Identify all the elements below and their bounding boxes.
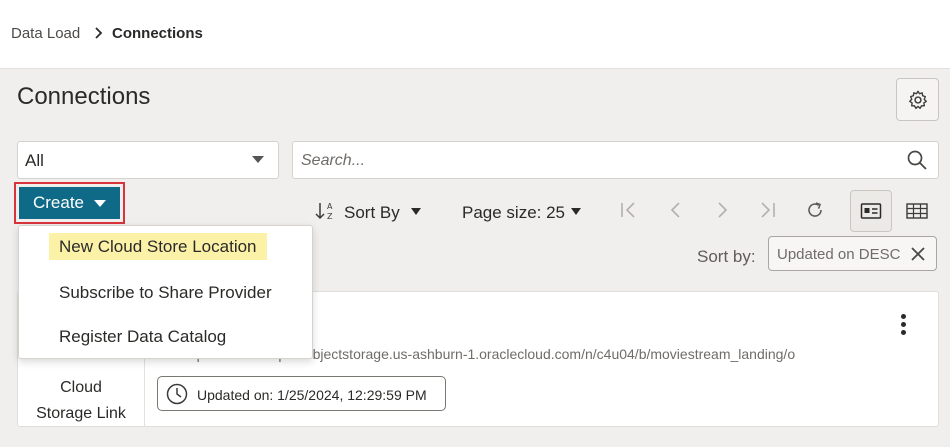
card-view-button[interactable]	[850, 190, 892, 232]
chevron-right-icon	[95, 27, 103, 39]
refresh-icon[interactable]	[805, 200, 825, 220]
breadcrumb-current: Connections	[112, 25, 203, 42]
connection-type-line2: Storage Link	[36, 405, 126, 422]
create-button-label: Create	[32, 193, 85, 212]
menu-item-new-cloud-store-location[interactable]: New Cloud Store Location	[49, 233, 267, 260]
sort-chip: Updated on DESC	[768, 236, 937, 271]
close-icon[interactable]	[909, 245, 927, 263]
create-menu: New Cloud Store Location Subscribe to Sh…	[18, 225, 313, 359]
updated-text: Updated on: 1/25/2024, 12:29:59 PM	[197, 387, 427, 403]
svg-text:Z: Z	[327, 212, 333, 221]
first-page-icon[interactable]	[619, 200, 639, 220]
next-page-icon[interactable]	[712, 200, 732, 220]
last-page-icon[interactable]	[757, 200, 777, 220]
type-filter-select[interactable]: All	[17, 141, 279, 179]
clock-icon	[166, 383, 188, 405]
sort-by-button[interactable]: Sort By	[344, 203, 400, 223]
create-button[interactable]: Create	[19, 187, 120, 219]
table-view-icon[interactable]	[906, 203, 928, 219]
type-filter-value: All	[25, 151, 44, 170]
page-size-select[interactable]: Page size: 25	[462, 203, 565, 223]
search-input[interactable]	[299, 149, 883, 173]
more-actions-icon[interactable]	[901, 314, 909, 336]
create-highlight-frame: Create	[14, 182, 125, 224]
breadcrumb: Data Load Connections	[0, 0, 950, 69]
search-icon	[907, 150, 927, 170]
sort-chip-value: Updated on DESC	[777, 246, 901, 263]
gear-icon	[908, 90, 927, 109]
card-view-icon	[860, 203, 882, 219]
connection-type-line1: Cloud	[60, 379, 102, 396]
updated-badge: Updated on: 1/25/2024, 12:29:59 PM	[157, 376, 446, 411]
caret-down-icon	[94, 199, 107, 207]
connections-panel: Connections All Create New Cloud Store L…	[0, 69, 950, 447]
chevron-down-icon	[252, 156, 264, 163]
previous-page-icon[interactable]	[666, 200, 686, 220]
search-field[interactable]	[292, 141, 939, 179]
sort-by-label: Sort by:	[697, 247, 756, 266]
settings-button[interactable]	[896, 78, 939, 121]
svg-text:A: A	[327, 202, 333, 211]
menu-item-register-data-catalog[interactable]: Register Data Catalog	[59, 327, 226, 347]
page-title: Connections	[17, 83, 151, 110]
sort-icon: A Z	[315, 202, 333, 221]
menu-item-subscribe-share-provider[interactable]: Subscribe to Share Provider	[59, 283, 272, 303]
breadcrumb-data-load[interactable]: Data Load	[11, 25, 80, 42]
sort-caret-icon	[411, 208, 421, 215]
page-size-caret-icon	[571, 208, 581, 215]
